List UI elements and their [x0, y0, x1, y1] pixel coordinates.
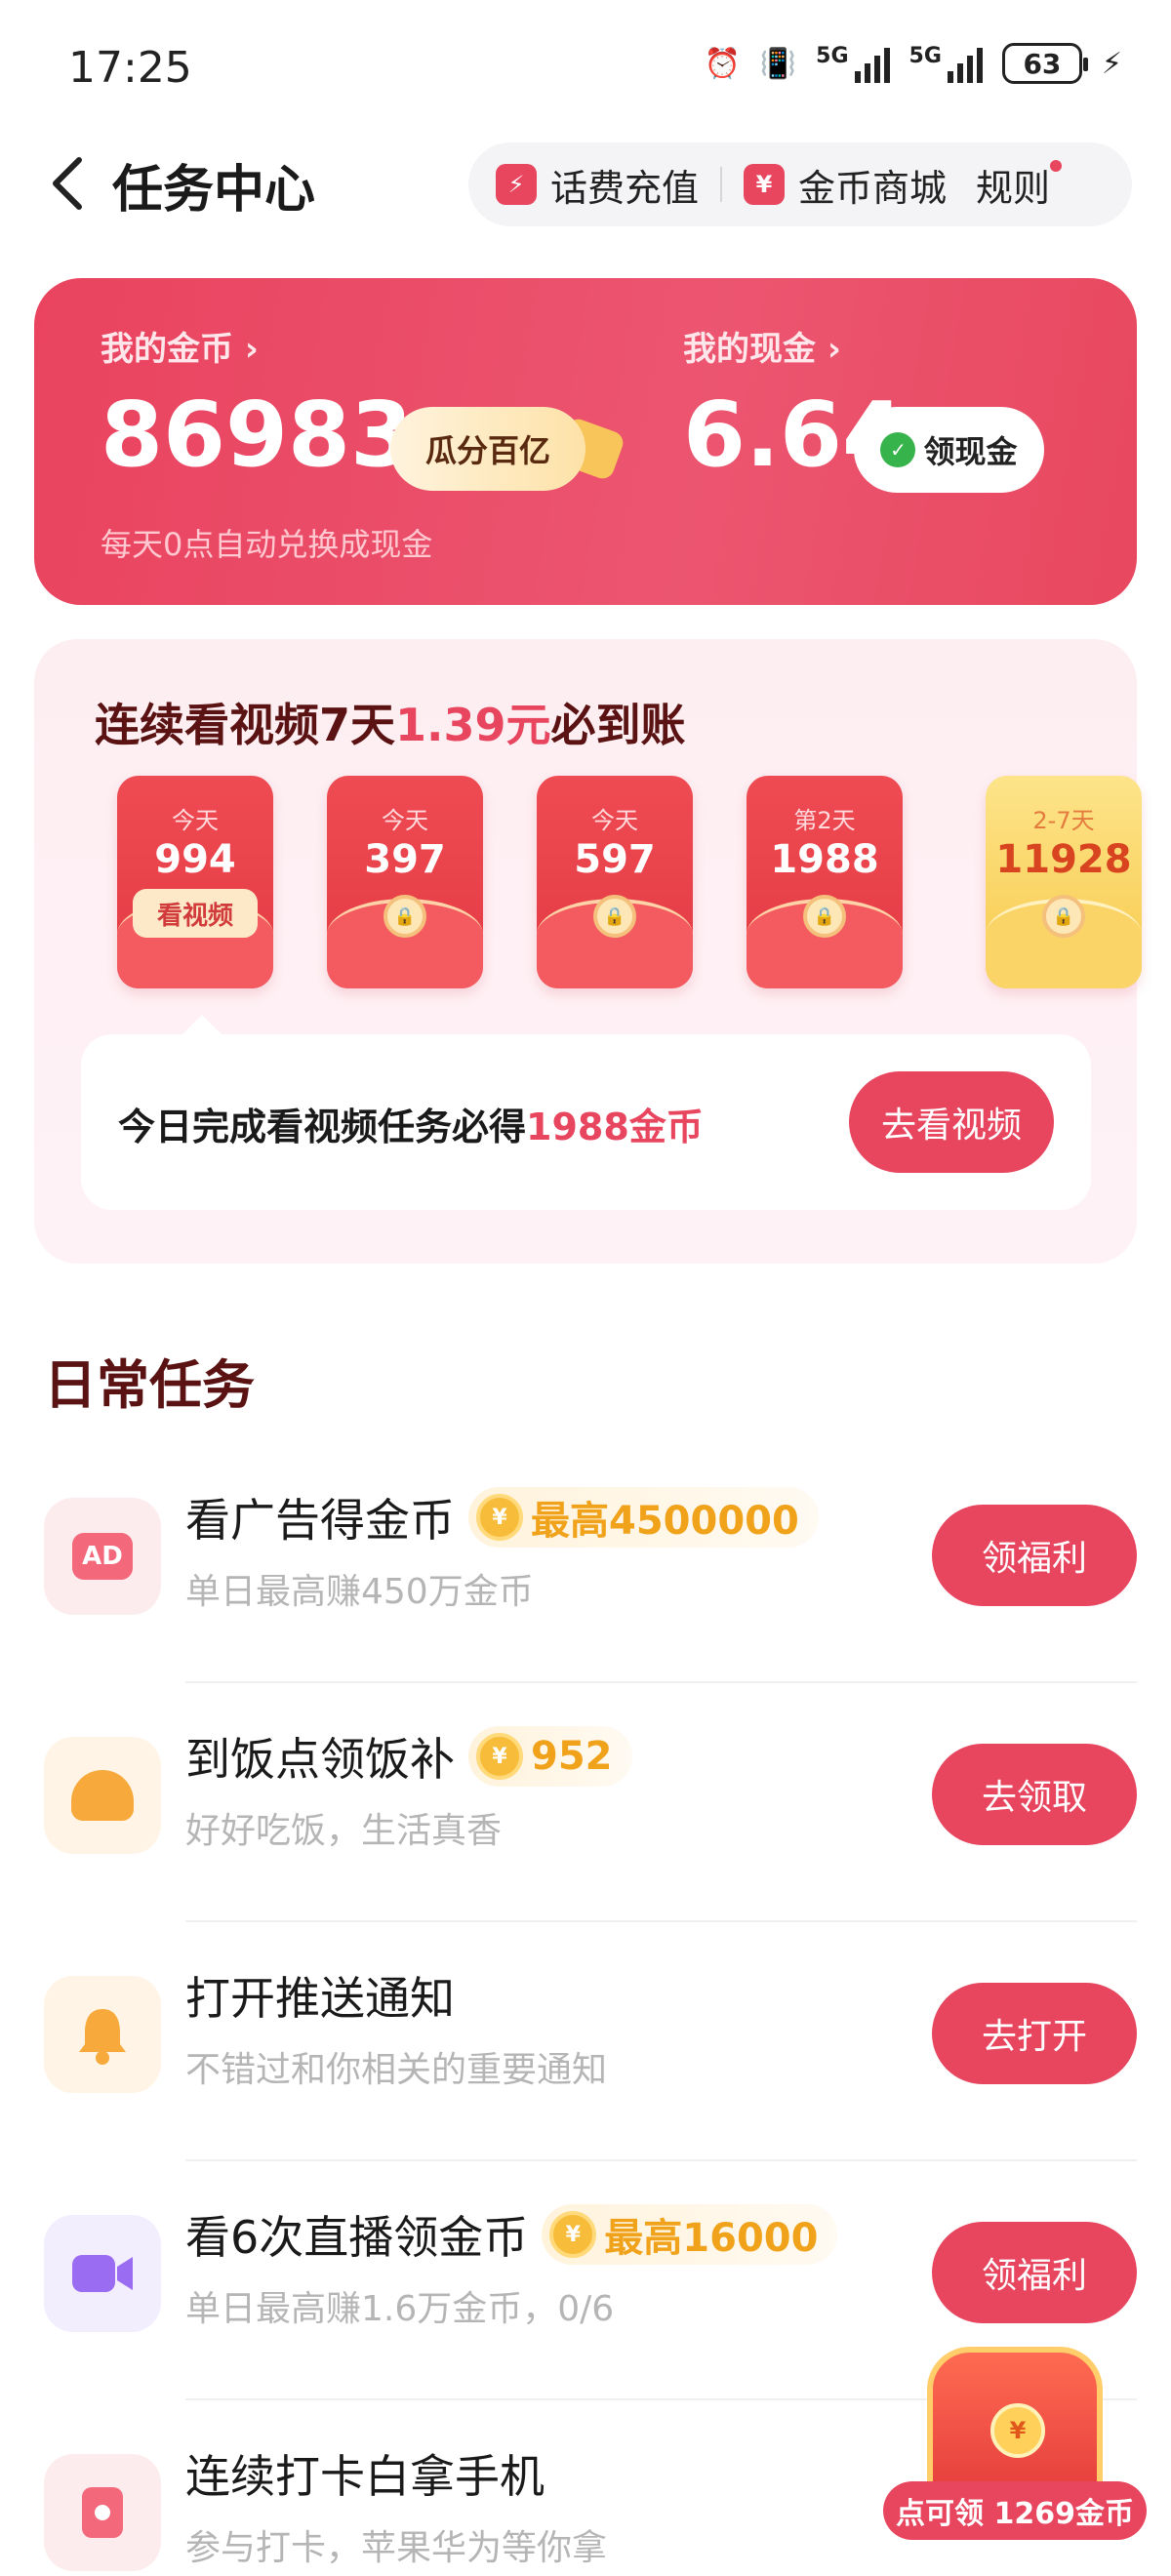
lock-icon: 🔒 — [384, 895, 426, 938]
coin-mall-icon: ¥ — [744, 164, 786, 205]
task-desc: 单日最高赚1.6万金币，0/6 — [185, 2289, 615, 2329]
task-watch-ads: AD 看广告得金币 ¥ 最高4500000 单日最高赚450万金币 领福利 — [44, 1444, 1137, 1683]
envelope-today-3[interactable]: 今天 597 🔒 — [537, 776, 693, 988]
reward-badge: ¥ 最高16000 — [542, 2204, 838, 2265]
task-name: 看广告得金币 — [185, 1494, 455, 1547]
live-camera-icon — [44, 2215, 161, 2332]
chevron-left-icon — [53, 157, 82, 210]
back-button[interactable] — [37, 154, 96, 213]
task-desc: 参与打卡，苹果华为等你拿 — [185, 2528, 608, 2568]
envelope-today-2[interactable]: 今天 397 🔒 — [327, 776, 483, 988]
my-coins-link[interactable]: 我的金币 › — [101, 322, 259, 370]
checkin-icon — [44, 2454, 161, 2571]
watch-video-tag[interactable]: 看视频 — [133, 889, 258, 938]
charging-icon: ⚡ — [1101, 46, 1122, 81]
notification-dot — [1050, 159, 1063, 172]
ad-icon: AD — [44, 1498, 161, 1615]
my-cash-link[interactable]: 我的现金 › — [683, 322, 841, 370]
lock-icon: 🔒 — [803, 895, 846, 938]
rules-button[interactable]: 规则 — [976, 158, 1063, 212]
split-billions-button[interactable]: 瓜分百亿 — [390, 407, 586, 491]
top-actions: ⚡ 话费充值 ¥ 金币商城 规则 — [468, 142, 1132, 226]
watch-video-button[interactable]: 去看视频 — [849, 1071, 1054, 1173]
coins-subtitle: 每天0点自动兑换成现金 — [101, 526, 433, 563]
battery-icon: 63 — [1001, 43, 1088, 84]
task-name: 到饭点领饭补 — [185, 1733, 455, 1786]
lock-icon: 🔒 — [1042, 895, 1085, 938]
coin-mall-button[interactable]: ¥ 金币商城 — [744, 158, 947, 212]
alarm-icon: ⏰ — [704, 46, 741, 81]
task-name: 打开推送通知 — [185, 1972, 455, 2025]
page-title: 任务中心 — [112, 161, 316, 220]
coins-value: 86983 — [101, 382, 414, 487]
streak-callout: 今日完成看视频任务必得1988金币 去看视频 — [81, 1034, 1091, 1210]
meal-icon — [44, 1737, 161, 1854]
task-desc: 好好吃饭，生活真香 — [185, 1811, 503, 1851]
reward-badge: ¥952 — [468, 1726, 632, 1787]
coins-card: 我的金币 › 86983 瓜分百亿 我的现金 › 6.64 ✓ 领现金 每天0点… — [34, 278, 1137, 605]
task-meal-subsidy: 到饭点领饭补 ¥952 好好吃饭，生活真香 去领取 — [44, 1683, 1137, 1922]
wechat-icon: ✓ — [880, 432, 916, 467]
streak-title: 连续看视频7天1.39元必到账 — [95, 699, 686, 751]
envelope-row: 今天 994 看视频 今天 397 🔒 今天 597 🔒 第2天 1988 🔒 … — [83, 776, 1142, 990]
go-open-button[interactable]: 去打开 — [932, 1983, 1137, 2084]
status-bar: 17:25 ⏰ 📳 5G 5G 63 ⚡ — [0, 0, 1171, 137]
status-icons: ⏰ 📳 5G 5G 63 ⚡ — [704, 43, 1122, 84]
task-push-notification: 打开推送通知 不错过和你相关的重要通知 去打开 — [44, 1922, 1137, 2161]
bell-icon — [44, 1976, 161, 2093]
header: 任务中心 ⚡ 话费充值 ¥ 金币商城 规则 — [0, 137, 1171, 234]
envelope-today-1[interactable]: 今天 994 看视频 — [117, 776, 273, 988]
coin-icon: ¥ — [549, 2211, 597, 2258]
withdraw-cash-button[interactable]: ✓ 领现金 — [854, 407, 1044, 493]
coin-icon: ¥ — [476, 1494, 523, 1541]
floating-treasure-chest[interactable]: ¥ 点可领 1269金币 — [883, 2327, 1147, 2561]
envelope-day-2-7[interactable]: 2-7天 11928 🔒 — [986, 776, 1142, 988]
task-name: 连续打卡白拿手机 — [185, 2450, 545, 2503]
chest-claim-label[interactable]: 点可领 1269金币 — [883, 2481, 1147, 2540]
envelope-day-2[interactable]: 第2天 1988 🔒 — [747, 776, 903, 988]
go-claim-button[interactable]: 去领取 — [932, 1744, 1137, 1845]
coin-icon: ¥ — [476, 1733, 523, 1780]
callout-pointer — [181, 1015, 223, 1036]
signal-1-icon: 5G — [816, 44, 890, 83]
streak-callout-text: 今日完成看视频任务必得1988金币 — [118, 1106, 704, 1148]
divider — [720, 167, 723, 202]
task-desc: 单日最高赚450万金币 — [185, 1572, 534, 1612]
phone-recharge-button[interactable]: ⚡ 话费充值 — [496, 158, 699, 212]
phone-recharge-icon: ⚡ — [496, 164, 537, 205]
task-name: 看6次直播领金币 — [185, 2211, 529, 2264]
task-desc: 不错过和你相关的重要通知 — [185, 2050, 608, 2090]
lock-icon: 🔒 — [593, 895, 636, 938]
vibrate-icon: 📳 — [759, 46, 797, 81]
reward-badge: ¥ 最高4500000 — [468, 1487, 819, 1548]
coin-icon: ¥ — [990, 2403, 1045, 2458]
claim-benefit-button[interactable]: 领福利 — [932, 1505, 1137, 1606]
daily-tasks-title: 日常任务 — [44, 1354, 255, 1416]
status-time: 17:25 — [68, 43, 192, 93]
video-streak-panel: 连续看视频7天1.39元必到账 今天 994 看视频 今天 397 🔒 今天 5… — [34, 639, 1142, 1264]
signal-2-icon: 5G — [909, 44, 983, 83]
claim-benefit-button[interactable]: 领福利 — [932, 2222, 1137, 2323]
